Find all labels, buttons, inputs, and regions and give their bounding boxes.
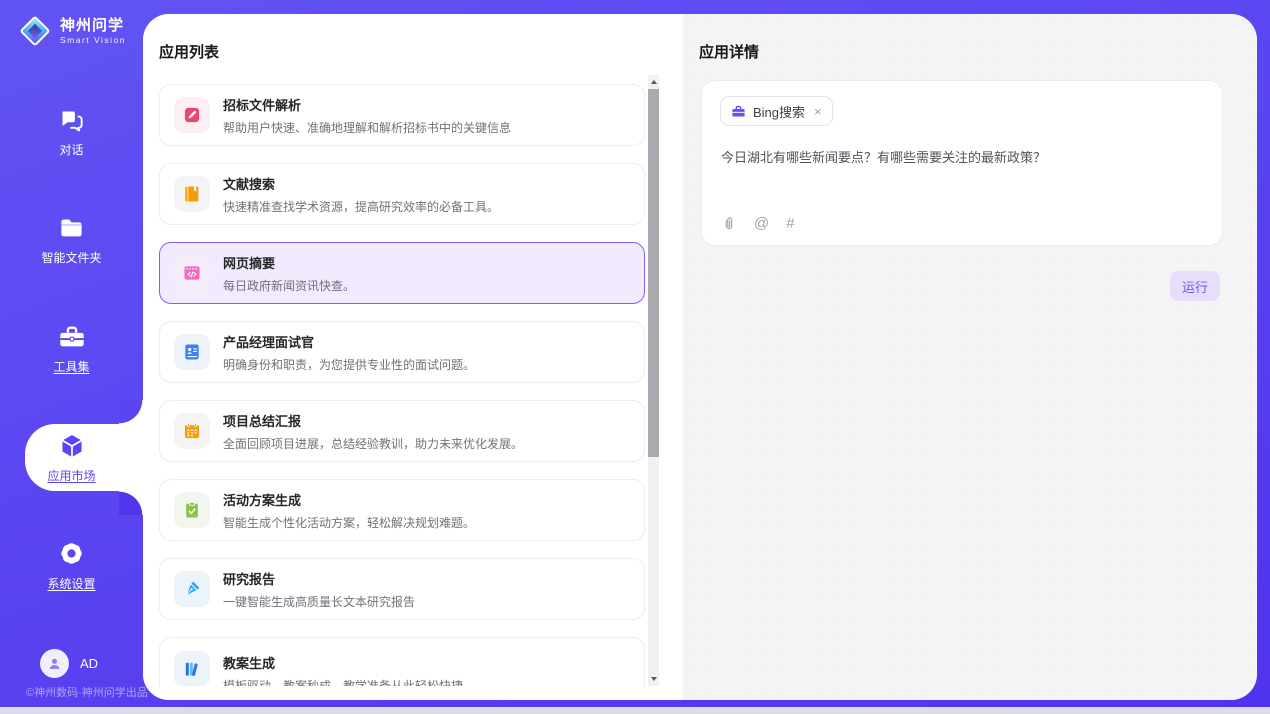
clipboard-check-icon xyxy=(174,492,210,528)
app-desc: 明确身份和职责，为您提供专业性的面试问题。 xyxy=(223,356,475,373)
avatar xyxy=(40,649,69,678)
app-name: 活动方案生成 xyxy=(223,490,475,509)
app-name: 招标文件解析 xyxy=(223,95,511,114)
bottom-strip xyxy=(0,707,1270,714)
scroll-down-arrow[interactable] xyxy=(648,672,659,686)
sidebar-item-label: 工具集 xyxy=(53,358,89,375)
person-icon xyxy=(46,655,63,672)
tool-tag-bing-search[interactable]: Bing搜索 × xyxy=(720,96,833,126)
app-desc: 每日政府新闻资讯快查。 xyxy=(223,277,355,294)
composer-toolbar: @ # xyxy=(721,215,795,232)
run-button[interactable]: 运行 xyxy=(1170,271,1220,301)
brand-title: 神州问学 xyxy=(60,17,126,34)
app-name: 网页摘要 xyxy=(223,253,355,272)
brand-logo: 神州问学 Smart Vision xyxy=(18,14,126,48)
app-desc: 帮助用户快速、准确地理解和解析招标书中的关键信息 xyxy=(223,119,511,136)
sidebar-item-settings[interactable]: 系统设置 xyxy=(0,539,143,592)
briefcase-icon xyxy=(731,104,746,119)
copyright-text: ©神州数码·神州问学出品 xyxy=(26,684,148,700)
app-window: 神州问学 Smart Vision 对话 智能文件夹 xyxy=(0,0,1270,714)
folder-icon xyxy=(58,215,85,242)
sidebar-item-app-market[interactable]: 应用市场 xyxy=(0,432,143,484)
app-desc: 全面回顾项目进展，总结经验教训，助力未来优化发展。 xyxy=(223,435,523,452)
app-list-scroll-area: 招标文件解析 帮助用户快速、准确地理解和解析招标书中的关键信息 文献搜索 xyxy=(159,75,645,686)
app-card-literature-search[interactable]: 文献搜索 快速精准查找学术资源，提高研究效率的必备工具。 xyxy=(159,163,645,225)
app-card-research-report[interactable]: 研究报告 一键智能生成高质量长文本研究报告 xyxy=(159,558,645,620)
app-list-scrollbar[interactable] xyxy=(648,75,659,686)
bubble-curve-bottom xyxy=(119,491,143,515)
calendar-icon xyxy=(174,413,210,449)
app-name: 文献搜索 xyxy=(223,174,499,193)
brand-diamond-icon xyxy=(18,14,52,48)
interview-doc-icon xyxy=(174,334,210,370)
brand-subtitle: Smart Vision xyxy=(60,35,126,45)
browser-code-icon xyxy=(174,255,210,291)
app-name: 教案生成 xyxy=(223,653,463,672)
sidebar-item-label: 应用市场 xyxy=(47,467,95,484)
app-detail-panel: 应用详情 Bing搜索 × 今日湖北有哪些新闻要点？有哪些需要关注的最新政策？ xyxy=(683,14,1257,700)
app-card-event-plan[interactable]: 活动方案生成 智能生成个性化活动方案，轻松解决规划难题。 xyxy=(159,479,645,541)
main-content: 应用列表 招标文件解析 帮助用户快速、准确地理解和解析招标书中的关键信息 xyxy=(143,14,1257,700)
sidebar-item-toolset[interactable]: 工具集 xyxy=(0,323,143,375)
books-icon xyxy=(174,651,210,686)
app-name: 研究报告 xyxy=(223,569,415,588)
chat-icon xyxy=(58,107,85,134)
pen-square-icon xyxy=(174,97,210,133)
app-name: 产品经理面试官 xyxy=(223,332,475,351)
tool-tag-label: Bing搜索 xyxy=(753,102,805,121)
sidebar-item-label: 系统设置 xyxy=(47,575,95,592)
app-card-web-summary[interactable]: 网页摘要 每日政府新闻资讯快查。 xyxy=(159,242,645,304)
cube-icon xyxy=(58,432,86,460)
toolbox-icon xyxy=(58,323,86,351)
app-detail-title: 应用详情 xyxy=(699,41,759,62)
gear-icon xyxy=(57,539,86,568)
attachment-icon[interactable] xyxy=(721,215,737,232)
scrollbar-thumb[interactable] xyxy=(648,89,659,457)
sidebar-item-chat[interactable]: 对话 xyxy=(0,107,143,158)
pen-nib-icon xyxy=(174,571,210,607)
user-account[interactable]: AD xyxy=(40,649,98,678)
app-card-project-summary[interactable]: 项目总结汇报 全面回顾项目进展，总结经验教训，助力未来优化发展。 xyxy=(159,400,645,462)
tool-tag-close-icon[interactable]: × xyxy=(812,105,822,118)
app-card-pm-interviewer[interactable]: 产品经理面试官 明确身份和职责，为您提供专业性的面试问题。 xyxy=(159,321,645,383)
prompt-card: Bing搜索 × 今日湖北有哪些新闻要点？有哪些需要关注的最新政策？ @ # xyxy=(701,80,1223,246)
app-name: 项目总结汇报 xyxy=(223,411,523,430)
app-list-title: 应用列表 xyxy=(159,41,219,62)
sidebar-item-label: 智能文件夹 xyxy=(41,249,101,266)
book-icon xyxy=(174,176,210,212)
sidebar-item-label: 对话 xyxy=(59,141,83,158)
app-list-panel: 应用列表 招标文件解析 帮助用户快速、准确地理解和解析招标书中的关键信息 xyxy=(143,14,683,700)
mention-icon[interactable]: @ xyxy=(754,215,769,232)
app-card-lesson-plan[interactable]: 教案生成 模板驱动，教案秒成，教学准备从此轻松快捷 xyxy=(159,637,645,686)
app-desc: 快速精准查找学术资源，提高研究效率的必备工具。 xyxy=(223,198,499,215)
app-card-bid-parse[interactable]: 招标文件解析 帮助用户快速、准确地理解和解析招标书中的关键信息 xyxy=(159,84,645,146)
user-name: AD xyxy=(80,656,98,671)
app-desc: 模板驱动，教案秒成，教学准备从此轻松快捷 xyxy=(223,677,463,686)
app-desc: 一键智能生成高质量长文本研究报告 xyxy=(223,593,415,610)
sidebar: 神州问学 Smart Vision 对话 智能文件夹 xyxy=(0,0,143,707)
topic-icon[interactable]: # xyxy=(786,215,794,232)
bubble-curve-top xyxy=(119,400,143,424)
scroll-up-arrow[interactable] xyxy=(648,75,659,89)
sidebar-item-smart-folder[interactable]: 智能文件夹 xyxy=(0,215,143,266)
app-desc: 智能生成个性化活动方案，轻松解决规划难题。 xyxy=(223,514,475,531)
prompt-text[interactable]: 今日湖北有哪些新闻要点？有哪些需要关注的最新政策？ xyxy=(721,147,1201,166)
